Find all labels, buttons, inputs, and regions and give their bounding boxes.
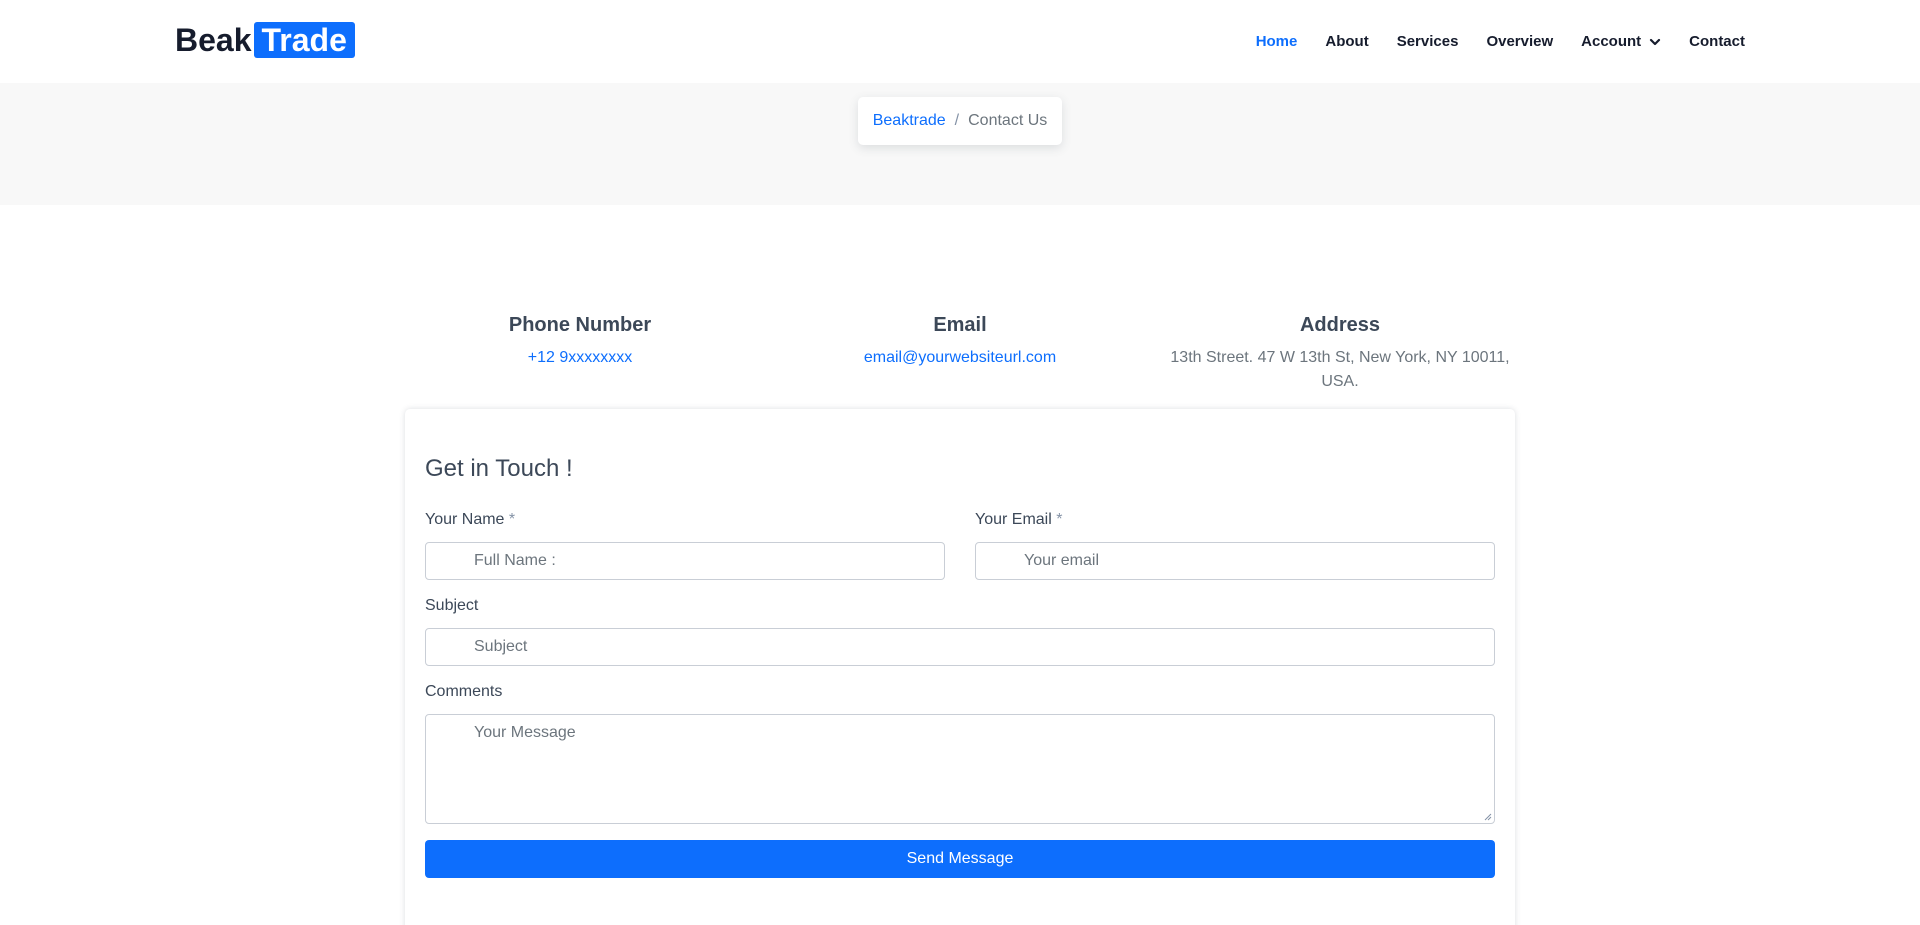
email-required-mark: * bbox=[1056, 511, 1063, 528]
contact-address-title: Address bbox=[1299, 314, 1381, 336]
name-required-mark: * bbox=[508, 511, 516, 528]
contact-address-line1: 13th Street. 47 W 13th St, New York, NY … bbox=[1170, 349, 1510, 366]
contact-address-text: 13th Street. 47 W 13th St, New York, NY … bbox=[1150, 346, 1530, 394]
nav-account[interactable]: Account bbox=[1581, 33, 1661, 50]
contact-phone: Phone Number +12 9xxxxxxxx bbox=[390, 312, 770, 370]
brand-name-part1: Beak bbox=[175, 22, 252, 58]
breadcrumb: Beaktrade / Contact Us bbox=[858, 97, 1062, 145]
contact-email-link[interactable]: email@yourwebsiteurl.com bbox=[770, 346, 1150, 370]
breadcrumb-home-link[interactable]: Beaktrade bbox=[873, 112, 946, 130]
comments-placeholder: Your Message bbox=[474, 724, 576, 741]
contact-form-card: Get in Touch ! Your Name * Full Name : Y… bbox=[405, 409, 1515, 925]
nav-about[interactable]: About bbox=[1325, 33, 1368, 50]
resize-handle-icon[interactable] bbox=[1484, 813, 1492, 821]
contact-phone-link[interactable]: +12 9xxxxxxxx bbox=[390, 346, 770, 370]
nav-account-label: Account bbox=[1581, 33, 1642, 50]
email-label-text: Your Email bbox=[975, 511, 1052, 528]
contact-address-line2: USA. bbox=[1321, 373, 1359, 390]
comments-label: Comments bbox=[425, 683, 503, 700]
subject-label: Subject bbox=[425, 597, 479, 614]
breadcrumb-separator: / bbox=[954, 112, 960, 129]
contact-address: Address 13th Street. 47 W 13th St, New Y… bbox=[1150, 312, 1530, 394]
nav-contact[interactable]: Contact bbox=[1689, 33, 1745, 50]
contact-phone-title: Phone Number bbox=[508, 314, 652, 336]
subject-placeholder: Subject bbox=[474, 638, 528, 655]
form-title: Get in Touch ! bbox=[425, 455, 573, 482]
contact-email: Email email@yourwebsiteurl.com bbox=[770, 312, 1150, 370]
name-label-text: Your Name bbox=[425, 511, 505, 528]
brand-name-part2: Trade bbox=[253, 22, 355, 58]
site-header: Beak Trade Home About Services Overview … bbox=[0, 0, 1920, 83]
nav-overview[interactable]: Overview bbox=[1486, 33, 1553, 50]
name-placeholder: Full Name : bbox=[474, 552, 556, 569]
breadcrumb-current: Contact Us bbox=[968, 112, 1048, 129]
chevron-down-icon bbox=[1650, 38, 1661, 45]
name-label: Your Name * bbox=[425, 511, 515, 529]
nav-services[interactable]: Services bbox=[1397, 33, 1459, 50]
main-nav: Home About Services Overview Account Con… bbox=[1228, 0, 1745, 83]
name-input[interactable]: Full Name : bbox=[425, 542, 945, 580]
nav-home[interactable]: Home bbox=[1256, 33, 1298, 50]
send-message-button[interactable]: Send Message bbox=[425, 840, 1495, 878]
contact-email-title: Email bbox=[933, 314, 987, 336]
email-placeholder: Your email bbox=[1024, 552, 1100, 569]
subject-input[interactable]: Subject bbox=[425, 628, 1495, 666]
brand-logo[interactable]: Beak Trade bbox=[175, 22, 355, 58]
email-label: Your Email * bbox=[975, 511, 1062, 529]
comments-textarea[interactable]: Your Message bbox=[425, 714, 1495, 824]
email-input[interactable]: Your email bbox=[975, 542, 1495, 580]
